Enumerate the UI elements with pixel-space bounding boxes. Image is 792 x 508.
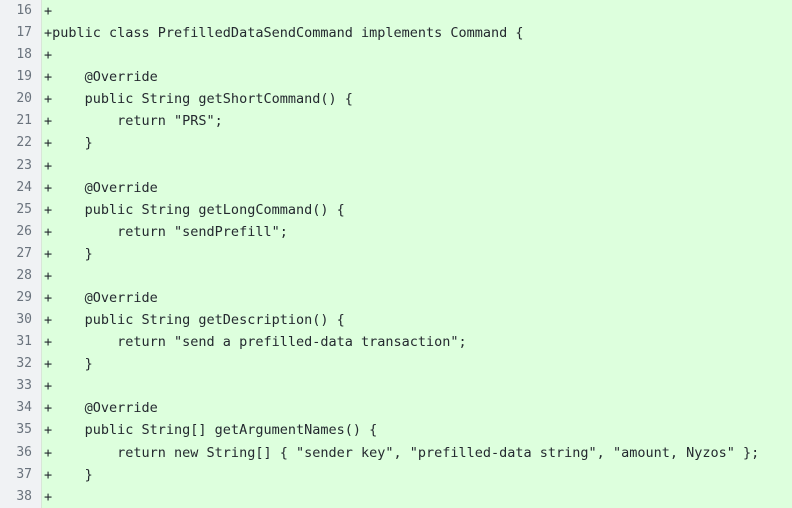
table-row[interactable]: 36 + return new String[] { "sender key", … (0, 441, 792, 464)
diff-line-content-addition[interactable]: + return new String[] { "sender key", "p… (41, 441, 792, 464)
table-row[interactable]: 24 + @Override (0, 176, 792, 199)
diff-line-number[interactable]: 22 (0, 132, 41, 155)
diff-line-content-addition[interactable]: + (41, 154, 792, 177)
diff-line-number[interactable]: 38 (0, 485, 41, 508)
table-row[interactable]: 26 + return "sendPrefill"; (0, 220, 792, 243)
table-row[interactable]: 18 + (0, 44, 792, 67)
diff-line-content-addition[interactable]: + return "PRS"; (41, 110, 792, 133)
diff-line-number[interactable]: 33 (0, 375, 41, 398)
diff-line-content-addition[interactable]: + (41, 375, 792, 398)
diff-line-number[interactable]: 31 (0, 331, 41, 354)
diff-line-number[interactable]: 36 (0, 441, 41, 464)
diff-line-number[interactable]: 24 (0, 176, 41, 199)
diff-line-number[interactable]: 28 (0, 264, 41, 288)
diff-line-number[interactable]: 17 (0, 22, 41, 45)
diff-line-content-addition[interactable]: + public String[] getArgumentNames() { (41, 419, 792, 442)
diff-line-number[interactable]: 34 (0, 397, 41, 420)
table-row[interactable]: 28 + (0, 264, 792, 288)
diff-line-content-addition[interactable]: + } (41, 463, 792, 486)
diff-line-content-addition[interactable]: + @Override (41, 66, 792, 89)
diff-line-number[interactable]: 21 (0, 110, 41, 133)
table-row[interactable]: 23 + (0, 154, 792, 177)
table-row[interactable]: 34 + @Override (0, 397, 792, 420)
diff-line-content-addition[interactable]: + } (41, 353, 792, 376)
table-row[interactable]: 29 + @Override (0, 287, 792, 310)
diff-line-content-addition[interactable]: + (41, 485, 792, 508)
table-row[interactable]: 17 +public class PrefilledDataSendCommand… (0, 22, 792, 45)
table-row[interactable]: 21 + return "PRS"; (0, 110, 792, 133)
diff-line-content-addition[interactable]: + (41, 0, 792, 23)
diff-row-list: 16 +17 +public class PrefilledDataSendComm… (0, 0, 792, 508)
table-row[interactable]: 27 + } (0, 242, 792, 265)
diff-line-content-addition[interactable]: + public String getDescription() { (41, 309, 792, 332)
diff-line-number[interactable]: 37 (0, 463, 41, 486)
table-row[interactable]: 33 + (0, 375, 792, 398)
diff-line-content-addition[interactable]: + } (41, 132, 792, 155)
table-row[interactable]: 30 + public String getDescription() { (0, 309, 792, 332)
diff-line-content-addition[interactable]: + @Override (41, 176, 792, 199)
diff-line-number[interactable]: 26 (0, 220, 41, 243)
diff-line-content-addition[interactable]: + return "send a prefilled-data transact… (41, 331, 792, 354)
diff-view: 16 +17 +public class PrefilledDataSendComm… (0, 0, 792, 508)
table-row[interactable]: 20 + public String getShortCommand() { (0, 88, 792, 111)
diff-line-number[interactable]: 29 (0, 287, 41, 310)
diff-line-number[interactable]: 16 (0, 0, 41, 23)
table-row[interactable]: 32 + } (0, 353, 792, 376)
table-row[interactable]: 37 + } (0, 463, 792, 486)
diff-line-number[interactable]: 30 (0, 309, 41, 332)
diff-line-number[interactable]: 27 (0, 242, 41, 265)
diff-line-content-addition[interactable]: +public class PrefilledDataSendCommand i… (41, 22, 792, 45)
diff-line-number[interactable]: 18 (0, 44, 41, 67)
table-row[interactable]: 31 + return "send a prefilled-data transa… (0, 331, 792, 354)
table-row[interactable]: 22 + } (0, 132, 792, 155)
diff-line-number[interactable]: 32 (0, 353, 41, 376)
diff-line-content-addition[interactable]: + public String getShortCommand() { (41, 88, 792, 111)
diff-line-content-addition[interactable]: + public String getLongCommand() { (41, 198, 792, 221)
diff-line-number[interactable]: 23 (0, 154, 41, 177)
diff-line-content-addition[interactable]: + @Override (41, 287, 792, 310)
diff-line-number[interactable]: 35 (0, 419, 41, 442)
table-row[interactable]: 35 + public String[] getArgumentNames() { (0, 419, 792, 442)
diff-line-number[interactable]: 19 (0, 66, 41, 89)
table-row[interactable]: 25 + public String getLongCommand() { (0, 198, 792, 221)
diff-line-content-addition[interactable]: + } (41, 242, 792, 265)
diff-line-content-addition[interactable]: + (41, 264, 792, 288)
diff-line-number[interactable]: 25 (0, 198, 41, 221)
diff-line-content-addition[interactable]: + @Override (41, 397, 792, 420)
diff-line-content-addition[interactable]: + (41, 44, 792, 67)
table-row[interactable]: 19 + @Override (0, 66, 792, 89)
table-row[interactable]: 38 + (0, 485, 792, 508)
diff-line-number[interactable]: 20 (0, 88, 41, 111)
diff-line-content-addition[interactable]: + return "sendPrefill"; (41, 220, 792, 243)
table-row[interactable]: 16 + (0, 0, 792, 23)
